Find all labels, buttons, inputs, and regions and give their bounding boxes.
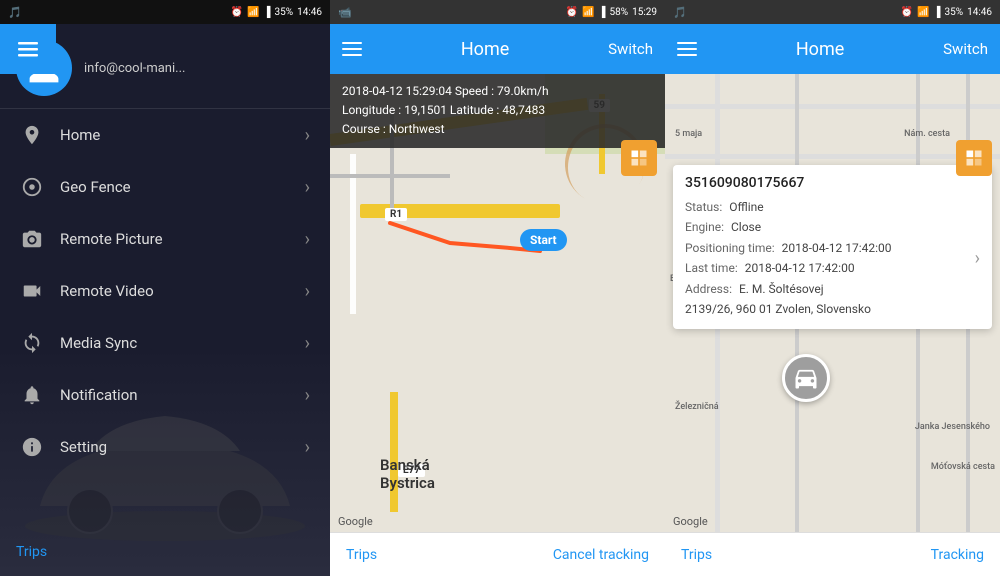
remote-video-label: Remote Video [60, 282, 289, 300]
remote-video-chevron: › [305, 281, 310, 302]
status-bar-3: 🎵 ⏰ 📶 ▐ 35% 14:46 [665, 0, 1000, 24]
wifi-icon-3: 📶 [917, 7, 929, 18]
wifi-icon-2: 📶 [582, 7, 594, 18]
sidebar-item-geofence[interactable]: Geo Fence › [0, 161, 330, 213]
status-left-2: 📹 [338, 6, 352, 19]
setting-label: Setting [60, 438, 289, 456]
menu-icon [16, 37, 40, 61]
positioning-row: Positioning time: 2018-04-12 17:42:00 [685, 238, 892, 258]
hamburger-button-3[interactable] [677, 42, 697, 56]
sidebar-item-setting[interactable]: Setting › [0, 421, 330, 473]
app-bar-2: Home Switch [330, 24, 665, 74]
status-icons-2: ⏰ 📶 ▐ 58% 15:29 [566, 7, 657, 18]
trips-button-2[interactable]: Trips [346, 547, 377, 563]
media-sync-chevron: › [305, 333, 310, 354]
start-marker: Start [520, 229, 567, 251]
time-display: 14:46 [297, 7, 322, 18]
sidebar-item-home[interactable]: Home › [0, 109, 330, 161]
trip-info-line2: Longitude : 19,1501 Latitude : 48,7483 [342, 101, 653, 120]
lasttime-row: Last time: 2018-04-12 17:42:00 [685, 258, 892, 278]
profile-email: info@cool-mani... [84, 61, 185, 76]
tracking-button[interactable]: Tracking [931, 547, 984, 563]
cancel-tracking-button[interactable]: Cancel tracking [553, 547, 649, 563]
status-bar-2: 📹 ⏰ 📶 ▐ 58% 15:29 [330, 0, 665, 24]
notification-icon [20, 383, 44, 407]
trip-info-line3: Course : Northwest [342, 120, 653, 139]
home-icon [20, 123, 44, 147]
status-row: Status: Offline [685, 197, 892, 217]
media-sync-label: Media Sync [60, 334, 289, 352]
signal-icon-3: ▐ [933, 7, 940, 18]
time-display-3: 14:46 [967, 7, 992, 18]
status-left-3: 🎵 [673, 6, 687, 19]
sidebar-item-media-sync[interactable]: Media Sync › [0, 317, 330, 369]
trip-info-line1: 2018-04-12 15:29:04 Speed : 79.0km/h [342, 82, 653, 101]
geofence-icon [20, 175, 44, 199]
street-label-3: Železničná [675, 402, 719, 412]
signal-icon-2: ▐ [598, 7, 605, 18]
layer-button-3[interactable] [956, 140, 992, 176]
vehicle-device-id: 351609080175667 [685, 175, 980, 191]
sidebar-item-remote-picture[interactable]: Remote Picture › [0, 213, 330, 265]
home-label: Home [60, 126, 289, 144]
battery-text: 35% [275, 7, 294, 18]
layer-button-2[interactable] [621, 140, 657, 176]
status-bar-1: 🎵 ⏰ 📶 ▐ 35% 14:46 [0, 0, 330, 24]
google-label-3: Google [673, 515, 708, 528]
switch-button-2[interactable]: Switch [608, 40, 653, 58]
video-icon [20, 279, 44, 303]
switch-button-3[interactable]: Switch [943, 40, 988, 58]
remote-picture-label: Remote Picture [60, 230, 289, 248]
camera-icon [20, 227, 44, 251]
trips-button-3[interactable]: Trips [681, 547, 712, 563]
street-label-2: Nám. cesta [904, 129, 950, 139]
engine-row: Engine: Close [685, 217, 892, 237]
bottom-bar-2: Trips Cancel tracking [330, 532, 665, 576]
alarm-icon-3: ⏰ [901, 7, 913, 18]
trips-label-1[interactable]: Trips [16, 544, 47, 560]
vehicle-info-details: Status: Offline Engine: Close Positionin… [685, 197, 892, 319]
time-display-2: 15:29 [632, 7, 657, 18]
street-label-1: 5 maja [675, 129, 702, 139]
notification-label: Notification [60, 386, 289, 404]
panel-map-trip: 📹 ⏰ 📶 ▐ 58% 15:29 Home Switch 2018-04-12… [330, 0, 665, 576]
trip-info-overlay: 2018-04-12 15:29:04 Speed : 79.0km/h Lon… [330, 74, 665, 148]
tabs-bar[interactable] [0, 24, 56, 74]
notification-chevron: › [305, 385, 310, 406]
home-chevron: › [305, 125, 310, 146]
status-icons-3: ⏰ 📶 ▐ 35% 14:46 [901, 7, 992, 18]
app-bar-title-2: Home [362, 39, 608, 60]
vehicle-info-row: Status: Offline Engine: Close Positionin… [685, 197, 980, 319]
google-label-2: Google [338, 515, 373, 528]
hamburger-button-2[interactable] [342, 42, 362, 56]
setting-icon [20, 435, 44, 459]
address-row: Address: E. M. Šoltésovej2139/26, 960 01… [685, 279, 892, 320]
car-marker [782, 354, 830, 402]
status-left-icon: 🎵 [8, 6, 22, 19]
vehicle-info-popup: 351609080175667 Status: Offline Engine: … [673, 165, 992, 329]
bottom-bar-3: Trips Tracking [665, 532, 1000, 576]
geofence-chevron: › [305, 177, 310, 198]
alarm-icon-2: ⏰ [566, 7, 578, 18]
setting-chevron: › [305, 437, 310, 458]
vehicle-detail-chevron[interactable]: › [975, 248, 980, 269]
app-bar-title-3: Home [697, 39, 943, 60]
geofence-label: Geo Fence [60, 178, 289, 196]
app-bar-3: Home Switch [665, 24, 1000, 74]
wifi-icon: 📶 [247, 7, 259, 18]
battery-text-3: 35% [945, 7, 964, 18]
street-label-6: Móťovská cesta [931, 462, 995, 472]
sync-icon [20, 331, 44, 355]
panel-sidebar: 🎵 ⏰ 📶 ▐ 35% 14:46 info@cool-mani... [0, 0, 330, 576]
sidebar-item-notification[interactable]: Notification › [0, 369, 330, 421]
alarm-icon: ⏰ [231, 7, 243, 18]
panel-map-vehicle: 🎵 ⏰ 📶 ▐ 35% 14:46 Home Switch 5 maja [665, 0, 1000, 576]
battery-text-2: 58% [610, 7, 629, 18]
signal-icon: ▐ [263, 7, 270, 18]
street-label-4: Janka Jesenského [915, 422, 990, 432]
status-icons: ⏰ 📶 ▐ 35% 14:46 [231, 7, 322, 18]
sidebar-item-remote-video[interactable]: Remote Video › [0, 265, 330, 317]
remote-picture-chevron: › [305, 229, 310, 250]
